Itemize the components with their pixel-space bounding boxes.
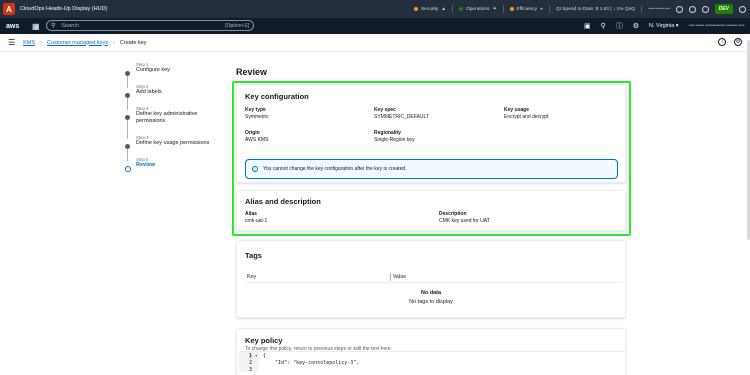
user-icon[interactable] [701, 5, 709, 13]
key-policy-title: Key policy [245, 336, 283, 345]
account-menu[interactable]: •••• •••••• •••••••••••••• •••••••• •••• [689, 23, 745, 29]
breadcrumb-customer-managed-keys[interactable]: Customer managed keys [47, 40, 108, 46]
lock-icon: ▲ [441, 6, 447, 12]
extension-bar: A CloudOps Heads-Up Display (HUD) Securi… [0, 0, 750, 18]
empty-text: No tags to display [409, 299, 453, 305]
security-indicator[interactable]: Security ▲ [413, 6, 447, 12]
search-icon: ⚲ [51, 23, 56, 29]
env-badge: DEV [714, 4, 733, 14]
tags-table-header: Key Value [245, 273, 621, 283]
step-5: Step 5 Review [124, 157, 224, 179]
breadcrumb: ☰ KMS › Customer managed keys › Create k… [0, 34, 750, 52]
step-4[interactable]: Step 4 Define key usage permissions [124, 135, 224, 161]
region-selector[interactable]: N. Virginia ▾ [649, 23, 679, 29]
aws-top-nav: aws ▦ ⚲ Search [Option+S] ▣ ⚲ ⓘ ⚙ N. Vir… [0, 18, 750, 34]
fold-toggle-icon[interactable]: ▾ [255, 353, 257, 358]
page-title: Review [236, 67, 268, 77]
settings-icon[interactable] [688, 5, 696, 13]
notifications-bell-icon[interactable]: ⚲ [601, 22, 606, 30]
step-2[interactable]: Step 2 Add labels [124, 84, 224, 110]
search-shortcut: [Option+S] [225, 22, 249, 29]
tools-icon: ✦ [492, 6, 497, 12]
extension-title: CloudOps Heads-Up Display (HUD) [20, 6, 108, 12]
key-policy-card: Key policy To change this policy, return… [236, 328, 626, 375]
chevron-right-icon: › [40, 39, 42, 46]
help-icon[interactable]: ⓘ [616, 21, 623, 31]
services-grid-icon[interactable]: ▦ [32, 22, 40, 31]
tags-title: Tags [245, 251, 262, 260]
highlight-box [232, 81, 631, 236]
wizard-steps: Step 1 Configure key Step 2 Add labels S… [124, 62, 224, 179]
breadcrumb-create-key: Create key [119, 39, 147, 46]
chevron-right-icon: › [113, 39, 115, 46]
cloudshell-icon[interactable]: ▣ [584, 22, 591, 30]
policy-editor[interactable]: 1 ▾ { 2 "Id": "key-consolepolicy-3", 3 [239, 351, 625, 373]
column-value: Value [393, 274, 407, 280]
menu-icon[interactable]: ☰ [8, 38, 15, 47]
step-current-icon [124, 166, 131, 172]
breadcrumb-kms[interactable]: KMS [23, 40, 35, 46]
settings-circle-icon[interactable]: ⚙ [734, 38, 742, 46]
step-1[interactable]: Step 1 Configure key [124, 62, 224, 88]
aws-logo[interactable]: aws [6, 23, 24, 30]
tags-card: Tags Key Value No data No tags to displa… [236, 240, 626, 318]
gauge-icon: ◕ [539, 6, 543, 12]
extension-menu-icon[interactable] [739, 5, 746, 13]
search-input[interactable]: ⚲ Search [Option+S] [46, 20, 254, 31]
account-id-blurred: •••••• ••••••• •••• [648, 6, 670, 12]
spend-indicator[interactable]: QI Spend to Date: $ 1.63 | ↓ 1% QoQ [556, 7, 635, 12]
info-icon[interactable] [675, 5, 683, 13]
operations-indicator[interactable]: Operations ✦ [459, 7, 497, 12]
column-key: Key [247, 274, 257, 280]
search-placeholder: Search [61, 22, 79, 29]
efficiency-indicator[interactable]: Efficiency ◕ [509, 6, 543, 12]
cloudops-logo-icon: A [3, 3, 15, 15]
step-3[interactable]: Step 3 Define key administrative permiss… [124, 106, 224, 139]
empty-title: No data [420, 290, 442, 296]
gear-icon[interactable]: ⚙ [633, 22, 639, 30]
info-circle-icon[interactable]: i [718, 38, 726, 46]
